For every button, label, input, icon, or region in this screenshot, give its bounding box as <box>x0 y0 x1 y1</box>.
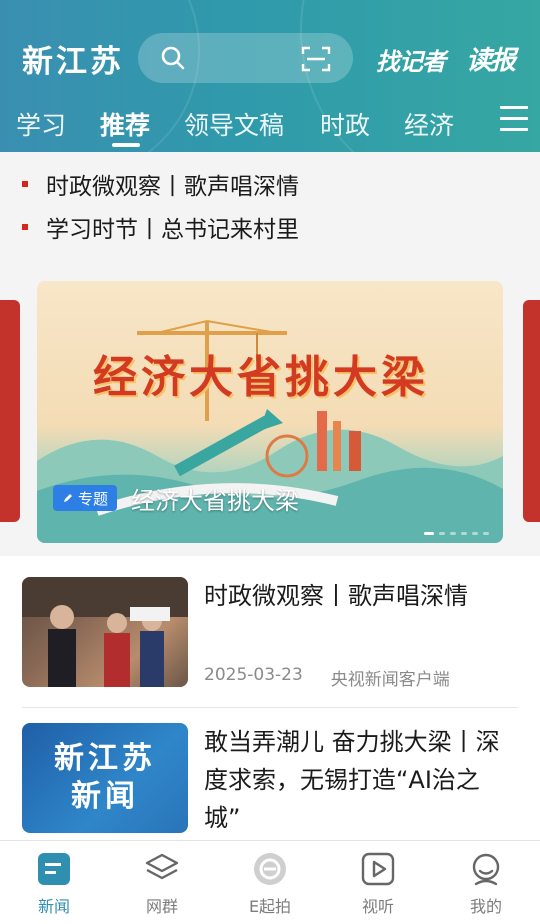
topic-badge-label: 专题 <box>78 489 109 508</box>
search-icon <box>161 46 185 70</box>
nav-label: E起拍 <box>248 897 292 916</box>
layers-icon <box>145 853 179 880</box>
tab-economy[interactable]: 经济 <box>404 106 454 142</box>
news-title: 时政微观察丨歌声唱深情 <box>204 582 468 610</box>
tab-recommend[interactable]: 推荐 <box>100 106 150 142</box>
nav-profile[interactable]: 我的 <box>432 851 540 917</box>
headline-ticker: 时政微观察丨歌声唱深情 学习时节丨总书记来村里 <box>0 152 540 268</box>
play-icon <box>361 852 395 886</box>
news-item[interactable]: 时政微观察丨歌声唱深情 2025-03-23 央视新闻客户端 <box>22 577 518 690</box>
nav-label: 新闻 <box>37 897 70 916</box>
banner-caption: 经济大省挑大梁 <box>131 487 299 515</box>
nav-audio-video[interactable]: 视听 <box>324 851 432 917</box>
read-paper-button[interactable]: 读报 <box>466 32 520 82</box>
nav-network[interactable]: 网群 <box>108 851 216 917</box>
cityscape-illustration <box>37 409 503 543</box>
news-thumbnail: 新江苏 新闻 <box>22 723 188 833</box>
nav-news[interactable]: 新闻 <box>0 851 108 917</box>
ticker-item[interactable]: 学习时节丨总书记来村里 <box>22 211 299 243</box>
nav-e-camera[interactable]: E起拍 <box>216 851 324 917</box>
pencil-icon <box>64 494 72 502</box>
news-photo <box>22 577 188 687</box>
news-meta: 2025-03-23 央视新闻客户端 <box>204 665 450 690</box>
bullet-icon <box>22 181 28 187</box>
carousel-dots <box>424 532 489 535</box>
nav-label: 视听 <box>361 897 394 916</box>
search-bar[interactable] <box>138 33 353 83</box>
bottom-navigation: 新闻 网群 E起拍 视听 我的 <box>0 840 540 924</box>
tab-study[interactable]: 学习 <box>16 106 66 142</box>
channel-tabs: 学习 推荐 领导文稿 时政 经济 <box>0 100 540 146</box>
app-header: 新江苏 找记者 读报 学习 推荐 领导文稿 时政 经济 <box>0 0 540 152</box>
tab-politics[interactable]: 时政 <box>320 106 370 142</box>
ticker-item[interactable]: 时政微观察丨歌声唱深情 <box>22 168 299 200</box>
menu-icon[interactable] <box>500 106 528 132</box>
tab-leader-articles[interactable]: 领导文稿 <box>184 106 284 142</box>
ticker-text: 学习时节丨总书记来村里 <box>46 217 299 243</box>
find-reporter-button[interactable]: 找记者 <box>374 38 454 78</box>
e-camera-icon <box>254 853 286 885</box>
profile-icon <box>472 853 500 886</box>
divider <box>22 707 518 708</box>
nav-label: 我的 <box>469 897 502 916</box>
banner-art-title: 经济大省挑大梁 <box>93 352 429 403</box>
news-list: 时政微观察丨歌声唱深情 2025-03-23 央视新闻客户端 新江苏 新闻 敢当… <box>0 556 540 841</box>
carousel-prev-card[interactable] <box>0 300 20 522</box>
active-tab-indicator <box>112 143 140 147</box>
news-date: 2025-03-23 <box>204 665 303 685</box>
news-icon <box>38 853 70 885</box>
nav-label: 网群 <box>145 897 178 916</box>
news-source: 央视新闻客户端 <box>330 670 450 690</box>
carousel-next-card[interactable] <box>523 300 540 522</box>
read-paper-label: 读报 <box>466 46 516 76</box>
scan-icon[interactable] <box>301 45 331 73</box>
news-title: 敢当弄潮儿 奋力挑大梁丨深度求索，无锡打造“AI治之城” <box>204 728 500 832</box>
topic-badge: 专题 <box>53 485 118 511</box>
thumb-brand-text: 新江苏 <box>54 741 156 776</box>
ticker-text: 时政微观察丨歌声唱深情 <box>46 174 299 200</box>
bullet-icon <box>22 224 28 230</box>
news-item[interactable]: 新江苏 新闻 敢当弄潮儿 奋力挑大梁丨深度求索，无锡打造“AI治之城” <box>22 723 518 841</box>
app-logo: 新江苏 <box>22 44 124 80</box>
find-reporter-label: 找记者 <box>376 48 446 76</box>
banner-carousel[interactable]: 经济大省挑大梁 专题 经济大省挑大梁 <box>37 281 503 543</box>
news-thumbnail <box>22 577 188 687</box>
thumb-brand-text: 新闻 <box>71 779 139 814</box>
